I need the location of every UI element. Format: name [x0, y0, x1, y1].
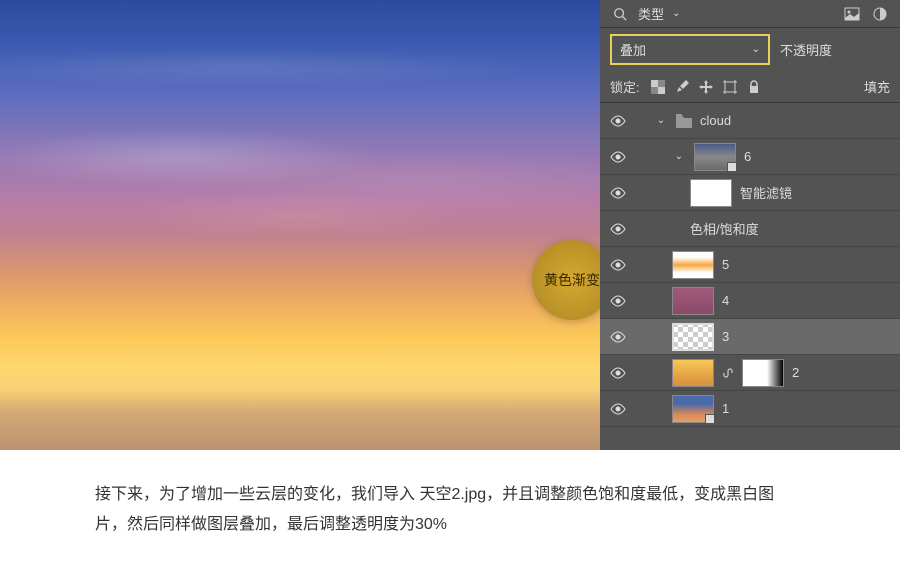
filter-type-label: 类型 [638, 4, 664, 23]
layer-3[interactable]: 3 [600, 319, 900, 355]
smart-object-badge [727, 162, 737, 172]
expand-toggle[interactable]: ⌄ [672, 151, 686, 162]
visibility-toggle[interactable] [600, 365, 636, 381]
layer-thumbnail[interactable] [672, 395, 714, 423]
visibility-toggle[interactable] [600, 221, 636, 237]
layer-thumbnail[interactable] [672, 323, 714, 351]
layer-6[interactable]: ⌄ 6 [600, 139, 900, 175]
visibility-toggle[interactable] [600, 401, 636, 417]
mask-thumbnail[interactable] [742, 359, 784, 387]
layer-thumbnail[interactable] [672, 287, 714, 315]
layer-smart-filters[interactable]: 智能滤镜 [600, 175, 900, 211]
layer-name: 5 [722, 257, 729, 272]
lock-row: 锁定: [600, 71, 900, 103]
visibility-toggle[interactable] [600, 149, 636, 165]
layer-2[interactable]: 2 [600, 355, 900, 391]
lock-move-icon[interactable] [698, 79, 714, 95]
layer-name: cloud [700, 113, 731, 128]
search-icon[interactable] [610, 4, 630, 24]
chevron-down-icon: ⌄ [752, 44, 760, 55]
clouds-overlay [0, 0, 600, 450]
layer-1[interactable]: 1 [600, 391, 900, 427]
link-icon [722, 367, 734, 379]
visibility-toggle[interactable] [600, 293, 636, 309]
mountains [0, 390, 600, 450]
expand-toggle[interactable]: ⌄ [654, 115, 668, 126]
visibility-toggle[interactable] [600, 257, 636, 273]
lock-transparency-icon[interactable] [650, 79, 666, 95]
layers-list: ⌄ cloud ⌄ 6 [600, 103, 900, 427]
fill-label: 填充 [864, 77, 890, 96]
lock-artboard-icon[interactable] [722, 79, 738, 95]
layers-panel: 类型 ⌄ 叠加 ⌄ 不透明度 锁定: [600, 0, 900, 450]
folder-icon [676, 114, 692, 128]
layer-thumbnail[interactable] [694, 143, 736, 171]
layer-name: 6 [744, 149, 751, 164]
blend-mode-select[interactable]: 叠加 ⌄ [610, 34, 770, 65]
layer-name: 3 [722, 329, 729, 344]
layer-name: 4 [722, 293, 729, 308]
filter-adjust-icon[interactable] [870, 4, 890, 24]
canvas-preview: 黄色渐变 [0, 0, 600, 450]
layer-4[interactable]: 4 [600, 283, 900, 319]
visibility-toggle[interactable] [600, 329, 636, 345]
caption-text: 接下来，为了增加一些云层的变化，我们导入 天空2.jpg，并且调整颜色饱和度最低… [95, 486, 774, 533]
layer-hue-saturation[interactable]: 色相/饱和度 [600, 211, 900, 247]
smart-filter-label: 智能滤镜 [740, 183, 792, 202]
layer-thumbnail[interactable] [672, 359, 714, 387]
panel-filter-row: 类型 ⌄ [600, 0, 900, 28]
tutorial-caption: 接下来，为了增加一些云层的变化，我们导入 天空2.jpg，并且调整颜色饱和度最低… [0, 450, 900, 541]
filter-mask-thumbnail[interactable] [690, 179, 732, 207]
badge-label: 黄色渐变 [544, 270, 600, 290]
blend-mode-value: 叠加 [620, 40, 646, 59]
layer-group-cloud[interactable]: ⌄ cloud [600, 103, 900, 139]
layer-thumbnail[interactable] [672, 251, 714, 279]
opacity-label: 不透明度 [780, 40, 832, 59]
layer-name: 2 [792, 365, 799, 380]
chevron-down-icon[interactable]: ⌄ [672, 8, 680, 19]
filter-image-icon[interactable] [842, 4, 862, 24]
visibility-toggle[interactable] [600, 113, 636, 129]
lock-brush-icon[interactable] [674, 79, 690, 95]
lock-label: 锁定: [610, 77, 640, 96]
smart-object-badge [705, 414, 715, 424]
visibility-toggle[interactable] [600, 185, 636, 201]
layer-name: 1 [722, 401, 729, 416]
lock-all-icon[interactable] [746, 79, 762, 95]
blend-mode-row: 叠加 ⌄ 不透明度 [600, 28, 900, 71]
hue-sat-label: 色相/饱和度 [690, 219, 759, 238]
layer-5[interactable]: 5 [600, 247, 900, 283]
